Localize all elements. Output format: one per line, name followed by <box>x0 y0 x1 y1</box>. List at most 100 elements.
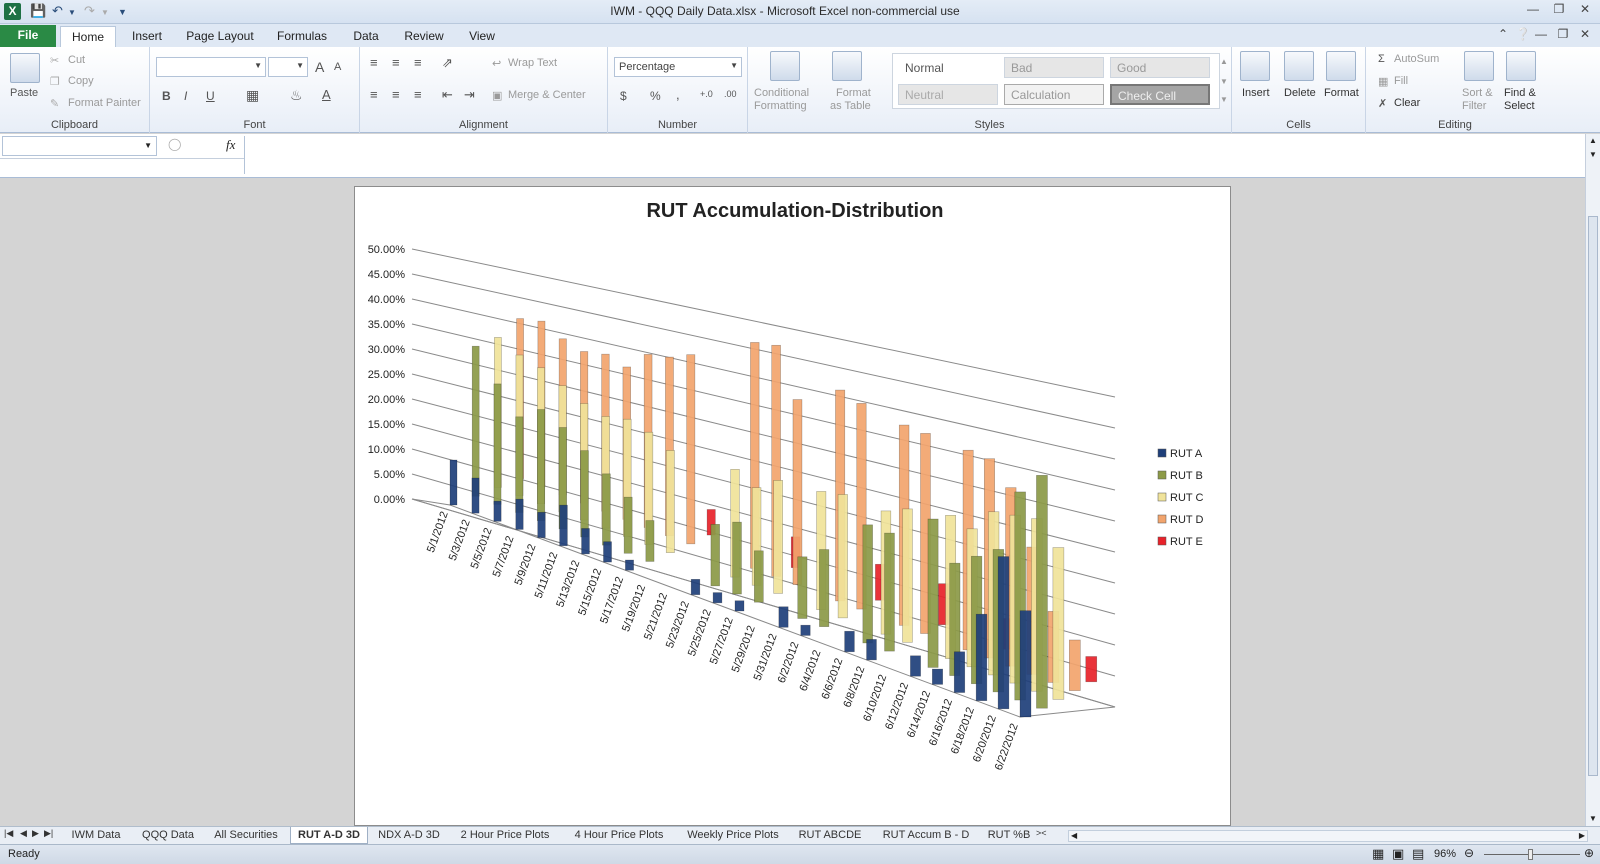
horizontal-scrollbar[interactable]: ◀ ▶ <box>1068 830 1588 842</box>
gallery-more-icon[interactable]: ▼ <box>1220 95 1228 104</box>
sheet-tab-rut-ad-3d[interactable]: RUT A-D 3D <box>290 827 368 844</box>
tab-data[interactable]: Data <box>344 26 388 47</box>
doc-minimize-icon[interactable]: — <box>1530 27 1552 45</box>
number-format-combo[interactable]: Percentage ▼ <box>614 57 742 77</box>
vertical-scrollbar[interactable]: ▲ ▼ ▼ <box>1585 134 1600 830</box>
align-left-icon[interactable]: ≡ <box>370 87 378 102</box>
sheet-tab-all-securities[interactable]: All Securities <box>206 827 286 844</box>
autosum-button[interactable]: AutoSum <box>1394 53 1439 65</box>
sort-filter-button[interactable]: Sort & <box>1462 87 1493 99</box>
prev-sheet-icon[interactable]: ◀ <box>20 828 27 839</box>
first-sheet-icon[interactable]: |◀ <box>4 828 13 839</box>
zoom-out-icon[interactable]: ⊖ <box>1464 846 1474 860</box>
comma-button[interactable]: , <box>676 87 680 102</box>
delete-cells-icon[interactable] <box>1284 51 1314 81</box>
tab-file[interactable]: File <box>0 25 56 47</box>
insert-function-button[interactable]: fx <box>226 137 235 153</box>
paste-button[interactable]: Paste <box>10 87 38 99</box>
decrease-decimal-button[interactable]: .00 <box>724 89 737 99</box>
restore-icon[interactable]: ❐ <box>1548 2 1570 20</box>
align-right-icon[interactable]: ≡ <box>414 87 422 102</box>
tab-view[interactable]: View <box>460 26 504 47</box>
scroll-left-icon[interactable]: ◀ <box>1071 831 1077 840</box>
format-as-table-button-line2[interactable]: as Table <box>830 100 871 112</box>
chevron-down-icon[interactable]: ▼ <box>144 141 152 150</box>
name-box[interactable]: ▼ <box>2 136 157 156</box>
style-calculation[interactable]: Calculation <box>1004 84 1104 105</box>
find-select-button-line2[interactable]: Select <box>1504 100 1535 112</box>
format-cells-icon[interactable] <box>1326 51 1356 81</box>
sheet-tab-rut-pct-b[interactable]: RUT %B <box>984 827 1034 844</box>
style-neutral[interactable]: Neutral <box>898 84 998 105</box>
underline-button[interactable]: U <box>206 89 215 103</box>
delete-cells-button[interactable]: Delete <box>1284 87 1316 99</box>
format-as-table-icon[interactable] <box>832 51 862 81</box>
font-color-button[interactable]: A <box>322 87 331 102</box>
fill-color-icon[interactable]: ♨ <box>290 87 303 104</box>
tab-home[interactable]: Home <box>60 26 116 47</box>
scroll-down-icon[interactable]: ▼ <box>1589 814 1597 823</box>
sheet-tab-rut-accum-b-d[interactable]: RUT Accum B - D <box>872 827 980 844</box>
format-as-table-button[interactable]: Format <box>836 87 871 99</box>
format-cells-button[interactable]: Format <box>1324 87 1359 99</box>
cut-button[interactable]: Cut <box>68 54 85 66</box>
tab-review[interactable]: Review <box>398 26 450 47</box>
scroll-right-icon[interactable]: ▶ <box>1579 831 1585 840</box>
insert-cells-button[interactable]: Insert <box>1242 87 1270 99</box>
legend[interactable]: RUT A RUT B RUT C RUT D RUT E <box>1157 448 1203 548</box>
shrink-font-button[interactable]: A <box>334 61 341 73</box>
align-middle-icon[interactable]: ≡ <box>392 55 400 70</box>
tab-insert[interactable]: Insert <box>122 26 172 47</box>
tab-formulas[interactable]: Formulas <box>270 26 334 47</box>
zoom-level[interactable]: 96% <box>1434 848 1456 860</box>
increase-decimal-button[interactable]: +.0 <box>700 89 713 99</box>
find-select-button[interactable]: Find & <box>1504 87 1536 99</box>
wrap-text-button[interactable]: Wrap Text <box>508 57 557 69</box>
bold-button[interactable]: B <box>162 89 171 103</box>
borders-icon[interactable]: ▦ <box>246 87 259 104</box>
style-bad[interactable]: Bad <box>1004 57 1104 78</box>
gallery-scroll-down-icon[interactable]: ▼ <box>1220 77 1228 86</box>
last-sheet-icon[interactable]: ▶| <box>44 828 53 839</box>
sheet-tab-rut-abcde[interactable]: RUT ABCDE <box>792 827 868 844</box>
scroll-up-icon[interactable]: ▲ <box>1589 136 1597 145</box>
page-break-view-icon[interactable]: ▤ <box>1412 846 1424 862</box>
next-sheet-icon[interactable]: ▶ <box>32 828 39 839</box>
doc-restore-icon[interactable]: ❐ <box>1552 27 1574 45</box>
font-size-combo[interactable]: ▼ <box>268 57 308 77</box>
style-normal[interactable]: Normal <box>898 57 998 78</box>
format-painter-button[interactable]: Format Painter <box>68 97 141 109</box>
tab-page-layout[interactable]: Page Layout <box>180 26 260 47</box>
clear-button[interactable]: Clear <box>1394 97 1420 109</box>
sheet-tab-ndx-ad-3d[interactable]: NDX A-D 3D <box>372 827 446 844</box>
sheet-tab-4-hour-price-plots[interactable]: 4 Hour Price Plots <box>564 827 674 844</box>
zoom-slider-thumb[interactable] <box>1528 849 1533 860</box>
zoom-in-icon[interactable]: ⊕ <box>1584 846 1594 860</box>
style-check-cell[interactable]: Check Cell <box>1110 84 1210 105</box>
sheet-tab-qqq-data[interactable]: QQQ Data <box>134 827 202 844</box>
chart-area[interactable]: RUT Accumulation-Distribution 0.00% 5.00%… <box>354 186 1231 826</box>
close-icon[interactable]: ✕ <box>1574 2 1596 20</box>
minimize-icon[interactable]: — <box>1522 2 1544 20</box>
align-bottom-icon[interactable]: ≡ <box>414 55 422 70</box>
normal-view-icon[interactable]: ▦ <box>1372 846 1384 862</box>
increase-indent-icon[interactable]: ⇥ <box>464 87 475 103</box>
align-center-icon[interactable]: ≡ <box>392 87 400 102</box>
conditional-formatting-button[interactable]: Conditional <box>754 87 809 99</box>
sort-filter-icon[interactable] <box>1464 51 1494 81</box>
italic-button[interactable]: I <box>184 89 187 103</box>
insert-cells-icon[interactable] <box>1240 51 1270 81</box>
conditional-formatting-button-line2[interactable]: Formatting <box>754 100 807 112</box>
ribbon-minimize-icon[interactable]: ⌃ <box>1492 27 1514 45</box>
style-good[interactable]: Good <box>1110 57 1210 78</box>
more-sheets-icon[interactable]: >< <box>1036 828 1047 838</box>
align-top-icon[interactable]: ≡ <box>370 55 378 70</box>
fill-button[interactable]: Fill <box>1394 75 1408 87</box>
paste-icon[interactable] <box>10 53 40 83</box>
sheet-tab-2-hour-price-plots[interactable]: 2 Hour Price Plots <box>450 827 560 844</box>
doc-close-icon[interactable]: ✕ <box>1574 27 1596 45</box>
sort-filter-button-line2[interactable]: Filter <box>1462 100 1486 112</box>
page-layout-view-icon[interactable]: ▣ <box>1392 846 1404 862</box>
orientation-icon[interactable]: ⇗ <box>442 55 453 71</box>
grow-font-button[interactable]: A <box>315 59 324 75</box>
